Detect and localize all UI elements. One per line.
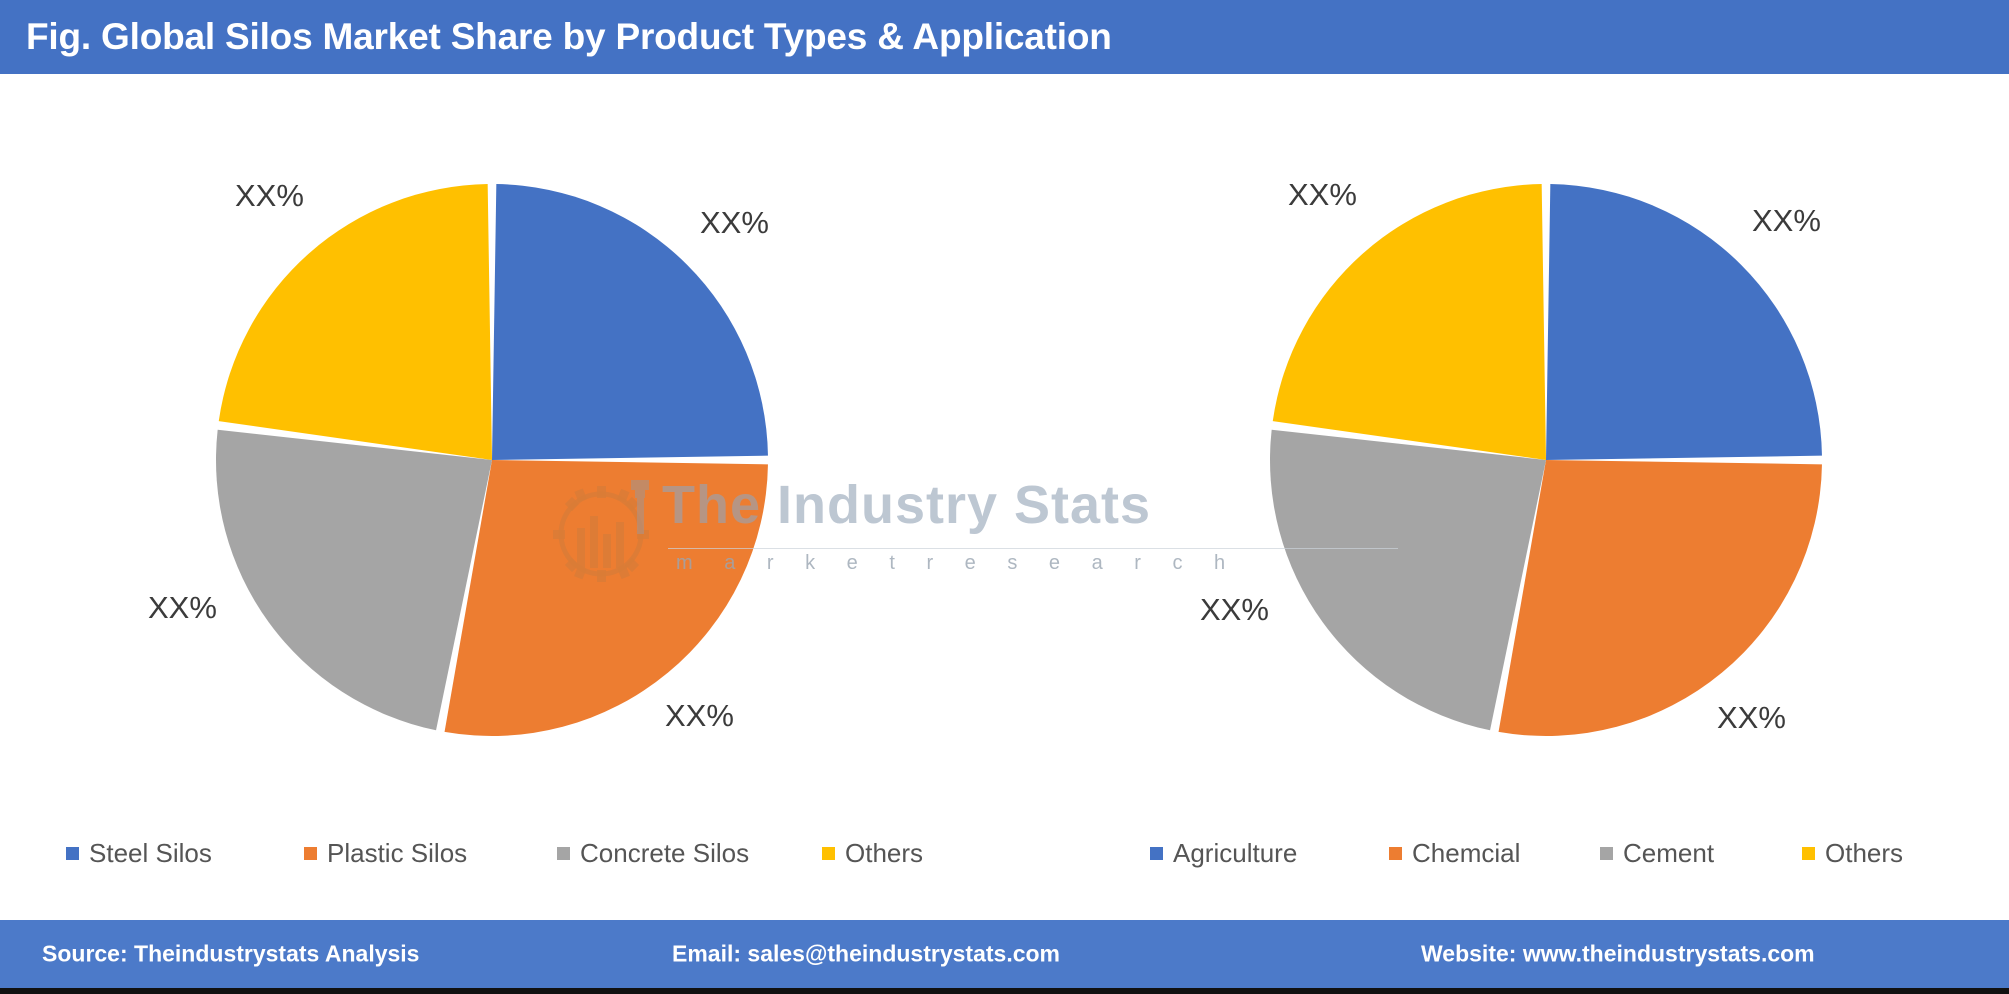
legend-item[interactable]: Others <box>822 838 923 869</box>
legend-swatch-icon <box>822 847 835 860</box>
legend-item-label: Cement <box>1623 838 1715 868</box>
legend-item-label: Plastic Silos <box>327 838 468 868</box>
footer-band: Source: Theindustrystats Analysis Email:… <box>0 920 2009 988</box>
pie-data-label: XX% <box>1288 177 1357 212</box>
legend-item[interactable]: Chemcial <box>1389 838 1520 869</box>
pie-data-label: XX% <box>1717 700 1786 735</box>
legend-swatch-icon <box>1600 847 1613 860</box>
legend-swatch-icon <box>1389 847 1402 860</box>
pie-data-label: XX% <box>235 178 304 213</box>
legend-item[interactable]: Plastic Silos <box>304 838 467 869</box>
pie-slice[interactable] <box>1272 184 1546 460</box>
legend-item-label: Others <box>845 838 924 868</box>
pie-slice[interactable] <box>218 184 492 460</box>
legend-item[interactable]: Agriculture <box>1150 838 1297 869</box>
legend-item-label: Chemcial <box>1412 838 1521 868</box>
pie-data-label: XX% <box>700 205 769 240</box>
legend-swatch-icon <box>1802 847 1815 860</box>
page-title: Fig. Global Silos Market Share by Produc… <box>26 16 1112 57</box>
pie-slice[interactable] <box>444 460 768 736</box>
pie-slice[interactable] <box>1270 429 1546 731</box>
pie-data-label: XX% <box>665 698 734 733</box>
legend: Steel Silos Plastic Silos Concrete Silos Ot… <box>0 838 2009 898</box>
chart-page: Fig. Global Silos Market Share by Produc… <box>0 0 2009 994</box>
charts-area: The Industry Stats m a r k e t r e s e a… <box>0 74 2009 920</box>
legend-item-label: Agriculture <box>1173 838 1298 868</box>
legend-swatch-icon <box>66 847 79 860</box>
pie-chart-product-types <box>208 176 776 744</box>
pie-data-label: XX% <box>1752 203 1821 238</box>
legend-item[interactable]: Cement <box>1600 838 1714 869</box>
legend-item-label: Others <box>1825 838 1904 868</box>
legend-swatch-icon <box>557 847 570 860</box>
legend-item-label: Concrete Silos <box>580 838 750 868</box>
legend-item-label: Steel Silos <box>89 838 212 868</box>
footer-email[interactable]: Email: sales@theindustrystats.com <box>672 941 1060 968</box>
header-band: Fig. Global Silos Market Share by Produc… <box>0 0 2009 74</box>
pie-chart-application <box>1262 176 1830 744</box>
pie-data-label: XX% <box>1200 592 1269 627</box>
legend-item[interactable]: Others <box>1802 838 1903 869</box>
legend-swatch-icon <box>304 847 317 860</box>
legend-item[interactable]: Concrete Silos <box>557 838 749 869</box>
pie-slice[interactable] <box>216 429 492 731</box>
footer-website[interactable]: Website: www.theindustrystats.com <box>1421 941 1815 968</box>
footer-source: Source: Theindustrystats Analysis <box>42 940 420 967</box>
legend-item[interactable]: Steel Silos <box>66 838 212 869</box>
pie-slice[interactable] <box>1498 460 1822 736</box>
legend-swatch-icon <box>1150 847 1163 860</box>
pie-data-label: XX% <box>148 590 217 625</box>
